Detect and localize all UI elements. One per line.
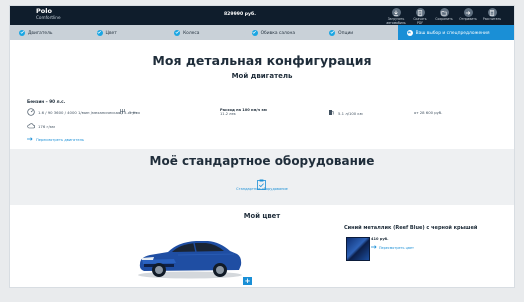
step-navigation: Двигатель Цвет Колеса Обивка салона Опци… xyxy=(10,25,514,40)
load-car-button[interactable]: Загрузить автомобиль xyxy=(386,7,406,25)
pdf-icon xyxy=(415,8,425,17)
check-icon xyxy=(251,29,258,36)
change-engine-label: Пересмотреть двигатель xyxy=(36,137,84,142)
fuel-economy-value: 11.2 лек xyxy=(220,112,236,117)
engine-name: Бензин – 90 л.с. xyxy=(27,99,66,104)
step-separator xyxy=(320,25,324,39)
selected-color-name: Синий металлик (Reef Blue) с черной крыш… xyxy=(344,225,478,231)
check-icon xyxy=(96,29,103,36)
calculate-label: Рассчитать xyxy=(482,17,502,21)
check-icon xyxy=(329,29,336,36)
save-icon xyxy=(439,8,449,17)
change-engine-link[interactable]: Пересмотреть двигатель xyxy=(27,137,84,142)
color-swatch xyxy=(346,237,370,261)
step-wheels-label: Колеса xyxy=(183,30,200,36)
check-icon xyxy=(19,29,25,36)
send-label: Отправить xyxy=(459,17,477,21)
step-color-label: Цвет xyxy=(105,30,117,36)
co2-cloud-icon xyxy=(27,123,35,130)
step-color[interactable]: Цвет xyxy=(88,25,169,40)
model-name: Polo xyxy=(36,7,52,15)
fuel-pump-icon xyxy=(328,109,335,117)
download-icon xyxy=(391,8,401,17)
page-title: Моя детальная конфигурация xyxy=(152,53,372,68)
gearbox-icon xyxy=(119,108,126,116)
fuel-economy-label: Расход на 100 км/ч км xyxy=(220,108,267,112)
car-icon xyxy=(406,29,413,36)
engine-section-title: Мой двигатель xyxy=(231,72,293,80)
calculate-button[interactable]: Рассчитать xyxy=(482,7,502,25)
color-section-title: Мой цвет xyxy=(243,212,281,220)
consumption-value: 5.1 л/100 км xyxy=(338,110,363,116)
step-options-label: Опции xyxy=(338,30,354,36)
arrow-right-icon xyxy=(371,245,377,250)
step-separator xyxy=(165,25,169,39)
step-summary-label: Ваш выбор и спецпредложения xyxy=(415,30,490,36)
standard-equipment-section: Моё стандартное оборудование Стандартное… xyxy=(10,149,514,205)
speedometer-icon xyxy=(27,108,35,117)
step-options[interactable]: Опции xyxy=(320,25,398,40)
download-pdf-button[interactable]: Скачать PDF xyxy=(410,7,430,25)
save-label: Сохранить xyxy=(435,17,453,21)
emissions-value: 176 г/км xyxy=(38,124,55,129)
configurator-window: Polo Comfortline 829990 руб. Загрузить а… xyxy=(10,6,514,287)
step-engine-label: Двигатель xyxy=(28,30,53,36)
standard-equipment-link[interactable]: Стандартное оборудование xyxy=(234,187,290,191)
model-info: Polo Comfortline xyxy=(36,8,61,21)
color-price: 410 руб. xyxy=(371,237,389,241)
emissions-spec: 176 г/км xyxy=(27,123,55,130)
send-icon xyxy=(463,8,473,17)
step-upholstery-label: Обивка салона xyxy=(260,30,296,36)
change-color-link[interactable]: Пересмотреть цвет xyxy=(371,245,414,250)
top-bar: Polo Comfortline 829990 руб. Загрузить а… xyxy=(10,6,514,25)
step-engine[interactable]: Двигатель xyxy=(10,25,91,40)
consumption-spec: 5.1 л/100 км xyxy=(328,109,363,117)
check-icon xyxy=(174,29,181,36)
equipment-title: Моё стандартное оборудование xyxy=(149,154,375,168)
gearbox-value: 5 Нех xyxy=(129,109,141,115)
model-trim: Comfortline xyxy=(36,15,61,20)
header-actions: Загрузить автомобиль Скачать PDF Сохрани… xyxy=(386,7,502,25)
engine-price: от 28 600 руб. xyxy=(414,110,443,115)
add-color-button[interactable]: + xyxy=(243,277,252,285)
fuel-economy: Расход на 100 км/ч км 11.2 лек xyxy=(220,108,267,117)
calculator-icon xyxy=(487,8,497,17)
arrow-right-icon xyxy=(27,137,33,142)
save-button[interactable]: Сохранить xyxy=(434,7,454,25)
change-color-label: Пересмотреть цвет xyxy=(379,245,415,250)
send-button[interactable]: Отправить xyxy=(458,7,478,25)
step-separator xyxy=(242,25,246,39)
car-image xyxy=(134,233,244,283)
total-price: 829990 руб. xyxy=(223,12,256,17)
step-upholstery[interactable]: Обивка салона xyxy=(243,25,324,40)
step-wheels[interactable]: Колеса xyxy=(165,25,246,40)
step-summary[interactable]: Ваш выбор и спецпредложения xyxy=(397,25,514,40)
step-separator xyxy=(87,25,91,39)
gearbox-spec: 5 Нех xyxy=(119,108,140,116)
